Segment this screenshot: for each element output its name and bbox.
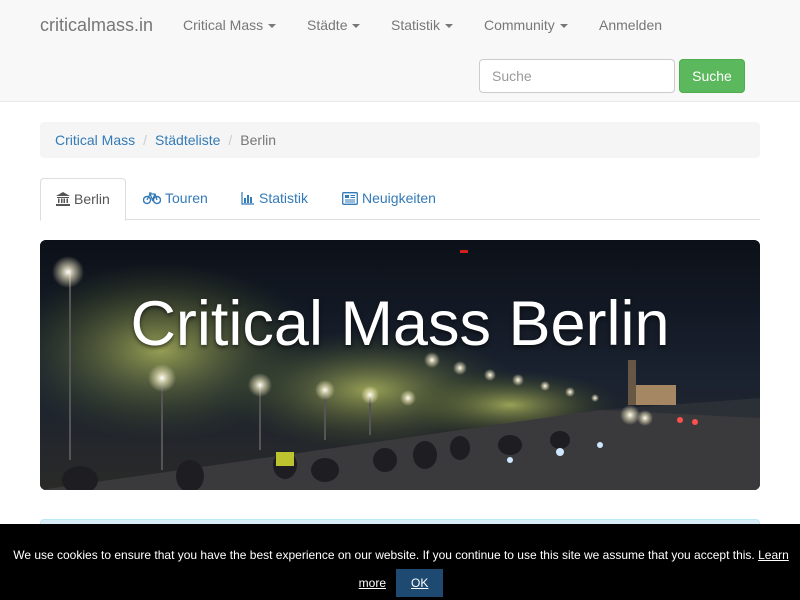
hero-banner: Critical Mass Berlin (40, 240, 760, 490)
hero-photo (40, 240, 760, 490)
nav-statistik-label: Statistik (391, 17, 441, 33)
breadcrumb: Critical Mass / Städteliste / Berlin (40, 122, 760, 158)
search-button[interactable]: Suche (679, 59, 745, 93)
bank-icon (56, 192, 70, 206)
cookie-message: We use cookies to ensure that you have t… (13, 548, 755, 562)
breadcrumb-critical-mass[interactable]: Critical Mass (55, 132, 135, 148)
nav-community[interactable]: Community (484, 17, 568, 33)
newspaper-icon (342, 192, 358, 205)
cookie-message-block: We use cookies to ensure that you have t… (12, 541, 790, 597)
tab-neuigkeiten[interactable]: Neuigkeiten (327, 178, 451, 220)
caret-down-icon (352, 24, 361, 29)
hero-title: Critical Mass Berlin (130, 289, 670, 359)
tab-statistik-label: Statistik (259, 190, 309, 206)
brand-link[interactable]: criticalmass.in (40, 15, 153, 36)
nav-community-label: Community (484, 17, 555, 33)
bicycle-icon (142, 192, 162, 205)
nav-statistik[interactable]: Statistik (391, 17, 454, 33)
nav-anmelden[interactable]: Anmelden (599, 17, 662, 33)
caret-down-icon (445, 24, 454, 29)
caret-down-icon (559, 24, 568, 29)
nav-critical-mass-label: Critical Mass (183, 17, 264, 33)
tab-statistik[interactable]: Statistik (226, 178, 323, 220)
cookie-ok-button[interactable]: OK (396, 569, 444, 597)
tab-touren[interactable]: Touren (128, 178, 223, 220)
tab-touren-label: Touren (165, 190, 208, 206)
tab-neuigkeiten-label: Neuigkeiten (362, 190, 436, 206)
nav-staedte[interactable]: Städte (307, 17, 361, 33)
breadcrumb-separator: / (228, 132, 233, 148)
nav-critical-mass[interactable]: Critical Mass (183, 17, 277, 33)
caret-down-icon (268, 24, 277, 29)
search-input[interactable] (479, 59, 675, 93)
breadcrumb-separator: / (143, 132, 148, 148)
tab-berlin-label: Berlin (74, 191, 110, 207)
cookie-banner: We use cookies to ensure that you have t… (0, 524, 800, 600)
tab-berlin[interactable]: Berlin (40, 178, 126, 221)
breadcrumb-staedteliste[interactable]: Städteliste (155, 132, 220, 148)
navbar: criticalmass.in Critical Mass Städte Sta… (0, 0, 800, 102)
bar-chart-icon (241, 192, 254, 205)
breadcrumb-current: Berlin (240, 132, 277, 148)
city-tabs: Berlin Touren Statistik Neuigkeiten (40, 178, 760, 221)
nav-staedte-label: Städte (307, 17, 348, 33)
